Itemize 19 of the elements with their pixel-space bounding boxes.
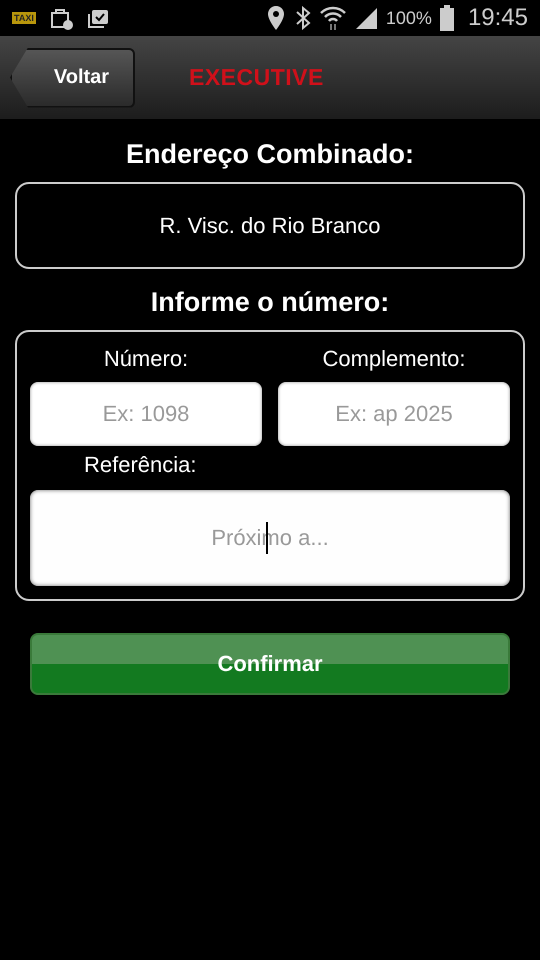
logo: EXECUTIVE — [189, 64, 324, 91]
section-title: Endereço Combinado: — [124, 139, 416, 170]
confirm-button[interactable]: Confirmar — [30, 633, 510, 695]
field-label: Número: — [104, 346, 188, 372]
battery-icon — [440, 5, 454, 31]
input-field[interactable]: Ex: ap 2025 — [278, 382, 510, 446]
back-button[interactable]: Voltar — [10, 48, 135, 108]
section-title: Informe o número: — [150, 287, 390, 318]
input-field[interactable]: Ex: 1098 — [30, 382, 262, 446]
wifi-icon — [320, 5, 346, 31]
clock: 19:45 — [468, 4, 528, 32]
location-pin-icon — [266, 5, 286, 31]
field-label: Referência: — [84, 452, 198, 478]
address-display: R. Visc. do Rio Branco — [15, 182, 525, 269]
bluetooth-icon — [294, 5, 312, 31]
signal-icon — [354, 6, 378, 30]
field-label: Complemento: — [322, 346, 466, 372]
battery-percentage: 100% — [386, 8, 432, 28]
taxi-app-icon: TAXI — [12, 12, 36, 24]
